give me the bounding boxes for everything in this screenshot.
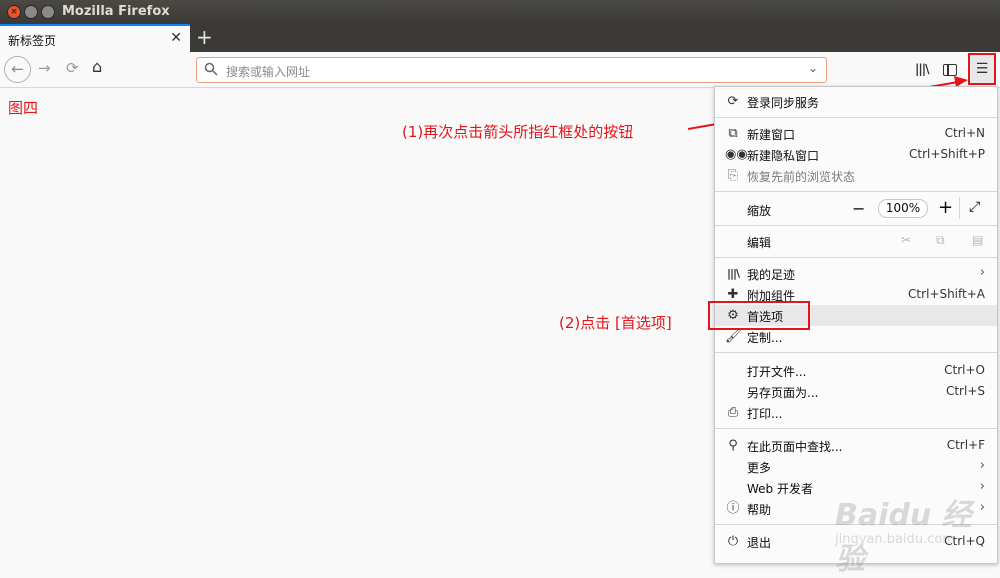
menu-shortcut: Ctrl+Shift+P [909, 147, 985, 161]
menu-divider [715, 352, 997, 353]
step1-annotation: (1)再次点击箭头所指红框处的按钮 [402, 123, 634, 141]
tab-new-tab[interactable]: 新标签页 ✕ [0, 24, 190, 52]
tab-strip: 新标签页 ✕ + [0, 24, 1000, 52]
menu-label: 我的足迹 [747, 268, 796, 282]
menu-label: 另存页面为... [747, 386, 819, 400]
menu-item-find[interactable]: ⚲ 在此页面中查找... Ctrl+F [715, 435, 997, 456]
menu-item-private-window[interactable]: ◉◉ 新建隐私窗口 Ctrl+Shift+P [715, 144, 997, 165]
menu-label: 新建窗口 [747, 128, 796, 142]
search-icon: ⚲ [728, 438, 738, 453]
navigation-toolbar: ← → ⟳ ⌂ 搜索或输入网址 ⌄ |||\ ☰ [0, 52, 1000, 88]
hamburger-icon: ☰ [975, 61, 989, 77]
url-bar[interactable]: 搜索或输入网址 ⌄ [196, 57, 827, 83]
menu-label: 在此页面中查找... [747, 440, 843, 454]
arrow-left-icon: ← [11, 60, 24, 78]
menu-item-open-file[interactable]: 打开文件... Ctrl+O [715, 360, 997, 381]
menu-shortcut: Ctrl+N [944, 126, 985, 140]
window-title: Mozilla Firefox [62, 4, 170, 19]
preferences-highlight-box [708, 301, 810, 330]
menu-item-zoom: 缩放 − 100% + ⤢ [715, 197, 997, 220]
menu-shortcut: Ctrl+O [944, 363, 985, 377]
menu-item-save-page[interactable]: 另存页面为... Ctrl+S [715, 381, 997, 402]
back-button[interactable]: ← [4, 56, 31, 83]
power-icon: ⏻ [727, 534, 739, 549]
menu-label: 定制... [747, 331, 783, 345]
tab-label: 新标签页 [8, 34, 57, 48]
menu-divider [715, 191, 997, 192]
printer-icon: ⎙ [727, 405, 739, 420]
menu-label: 缩放 [747, 204, 772, 218]
window-minimize-button[interactable] [24, 5, 38, 19]
menu-label: 打印... [747, 407, 783, 421]
reload-button[interactable]: ⟳ [66, 59, 79, 77]
copy-icon[interactable]: ⧉ [936, 233, 945, 248]
cut-icon[interactable]: ✂ [901, 233, 911, 247]
menu-label: 帮助 [747, 503, 772, 517]
tab-close-icon[interactable]: ✕ [170, 30, 182, 46]
menu-label: 新建隐私窗口 [747, 149, 820, 163]
url-placeholder: 搜索或输入网址 [226, 65, 311, 79]
menu-label: 登录同步服务 [747, 96, 820, 110]
mask-icon: ◉◉ [725, 147, 748, 162]
fullscreen-icon[interactable]: ⤢ [969, 199, 980, 215]
menu-label: 退出 [747, 536, 772, 550]
window-maximize-button[interactable] [41, 5, 55, 19]
watermark-url: jingyan.baidu.com [835, 532, 955, 547]
menu-divider [715, 428, 997, 429]
search-icon [204, 62, 218, 76]
hamburger-menu-button[interactable]: ☰ [968, 53, 996, 85]
paste-icon[interactable]: ▤ [972, 233, 983, 247]
library-icon[interactable]: |||\ [915, 62, 929, 76]
home-button[interactable]: ⌂ [92, 57, 102, 76]
zoom-out-button[interactable]: − [852, 199, 865, 218]
new-tab-button[interactable]: + [196, 26, 213, 48]
window-close-button[interactable]: × [7, 5, 21, 19]
chevron-down-icon[interactable]: ⌄ [808, 61, 818, 75]
menu-divider [715, 257, 997, 258]
brush-icon: 🖌 [725, 329, 742, 344]
forward-button[interactable]: → [38, 59, 51, 77]
step2-annotation: (2)点击 [首选项] [559, 314, 672, 332]
menu-shortcut: Ctrl+Shift+A [908, 287, 985, 301]
chevron-right-icon: › [979, 265, 985, 280]
menu-item-library[interactable]: |||\ 我的足迹 › [715, 263, 997, 284]
menu-item-new-window[interactable]: ⧉ 新建窗口 Ctrl+N [715, 123, 997, 144]
library-icon: |||\ [726, 267, 740, 280]
menu-divider [715, 225, 997, 226]
zoom-in-button[interactable]: + [938, 197, 953, 218]
menu-item-restore-session[interactable]: ⎘ 恢复先前的浏览状态 [715, 165, 997, 186]
zoom-divider [959, 197, 960, 219]
menu-item-edit: 编辑 ✂ ⧉ ▤ [715, 231, 997, 252]
title-bar: × Mozilla Firefox [0, 0, 1000, 24]
restore-icon: ⎘ [727, 168, 739, 183]
menu-label: 恢复先前的浏览状态 [747, 170, 856, 184]
sync-icon: ⟳ [727, 94, 739, 109]
menu-label: 更多 [747, 461, 772, 475]
menu-label: 编辑 [747, 236, 772, 250]
menu-divider [715, 117, 997, 118]
menu-label: 打开文件... [747, 365, 807, 379]
watermark: Baidu 经验 jingyan.baidu.com [775, 466, 995, 577]
menu-shortcut: Ctrl+S [945, 384, 985, 398]
new-window-icon: ⧉ [728, 126, 738, 141]
menu-shortcut: Ctrl+F [946, 438, 985, 452]
menu-item-print[interactable]: ⎙ 打印... [715, 402, 997, 423]
sidebar-icon[interactable] [943, 64, 957, 76]
figure-label: 图四 [8, 99, 39, 117]
help-icon: ⓘ [726, 501, 740, 516]
menu-item-sync[interactable]: ⟳ 登录同步服务 [715, 91, 997, 112]
zoom-reset-button[interactable]: 100% [878, 199, 928, 218]
